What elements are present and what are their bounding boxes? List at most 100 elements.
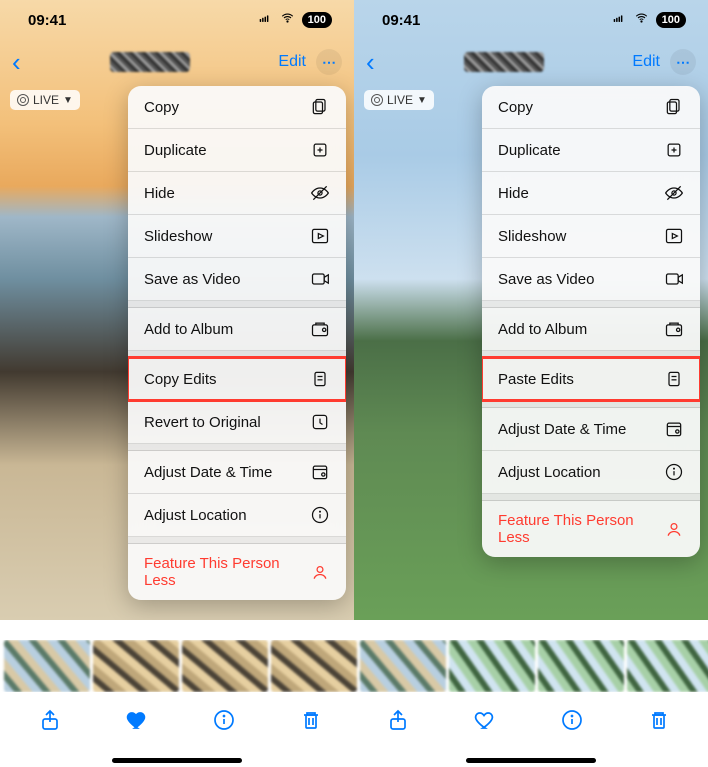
menu-save-video[interactable]: Save as Video xyxy=(128,258,346,301)
menu-label: Hide xyxy=(144,185,175,202)
more-button[interactable]: ⋯ xyxy=(670,49,696,75)
menu-label: Copy xyxy=(498,99,533,116)
live-icon xyxy=(17,94,29,106)
menu-label: Duplicate xyxy=(144,142,207,159)
share-button[interactable] xyxy=(383,705,413,735)
back-button[interactable]: ‹ xyxy=(12,49,21,75)
menu-label: Adjust Location xyxy=(144,507,247,524)
favorite-button[interactable] xyxy=(122,705,152,735)
copy-icon xyxy=(664,97,684,117)
album-icon xyxy=(664,319,684,339)
nav-title-redacted xyxy=(464,52,544,72)
thumbnail[interactable] xyxy=(271,640,357,692)
right-screenshot: 09:41 100 ‹ Edit ⋯ LIVE ▼ Copy xyxy=(354,0,708,620)
info-button[interactable] xyxy=(557,705,587,735)
menu-label: Adjust Date & Time xyxy=(144,464,272,481)
thumbnail[interactable] xyxy=(538,640,624,692)
share-button[interactable] xyxy=(35,705,65,735)
wifi-icon xyxy=(633,11,650,29)
revert-icon xyxy=(310,412,330,432)
hide-icon xyxy=(310,183,330,203)
menu-label: Save as Video xyxy=(144,271,240,288)
menu-slideshow[interactable]: Slideshow xyxy=(128,215,346,258)
nav-title-redacted xyxy=(110,52,190,72)
battery-indicator: 100 xyxy=(302,12,332,28)
menu-label: Adjust Location xyxy=(498,464,601,481)
info-button[interactable] xyxy=(209,705,239,735)
menu-label: Add to Album xyxy=(498,321,587,338)
edit-button[interactable]: Edit xyxy=(632,53,660,71)
menu-label: Duplicate xyxy=(498,142,561,159)
menu-separator xyxy=(128,301,346,308)
menu-adjust-location[interactable]: Adjust Location xyxy=(482,451,700,494)
slideshow-icon xyxy=(664,226,684,246)
menu-separator xyxy=(482,351,700,358)
menu-separator xyxy=(128,351,346,358)
delete-button[interactable] xyxy=(644,705,674,735)
menu-label: Copy xyxy=(144,99,179,116)
menu-copy-edits[interactable]: Copy Edits xyxy=(128,358,346,401)
thumbnail[interactable] xyxy=(360,640,446,692)
favorite-button[interactable] xyxy=(470,705,500,735)
menu-paste-edits[interactable]: Paste Edits xyxy=(482,358,700,401)
menu-separator xyxy=(128,537,346,544)
status-time: 09:41 xyxy=(28,12,66,29)
album-icon xyxy=(310,319,330,339)
menu-adjust-datetime[interactable]: Adjust Date & Time xyxy=(128,451,346,494)
context-menu: Copy Duplicate Hide Slideshow Save as Vi… xyxy=(482,86,700,557)
menu-revert[interactable]: Revert to Original xyxy=(128,401,346,444)
menu-adjust-location[interactable]: Adjust Location xyxy=(128,494,346,537)
thumbnail-strip[interactable] xyxy=(0,640,708,692)
menu-hide[interactable]: Hide xyxy=(128,172,346,215)
live-photo-badge[interactable]: LIVE ▼ xyxy=(364,90,434,110)
info-icon xyxy=(310,505,330,525)
menu-label: Save as Video xyxy=(498,271,594,288)
menu-label: Feature This Person Less xyxy=(498,512,664,546)
menu-add-album[interactable]: Add to Album xyxy=(128,308,346,351)
status-bar: 09:41 100 xyxy=(354,0,708,40)
duplicate-icon xyxy=(664,140,684,160)
menu-adjust-datetime[interactable]: Adjust Date & Time xyxy=(482,408,700,451)
calendar-icon xyxy=(310,462,330,482)
slideshow-icon xyxy=(310,226,330,246)
thumbnail[interactable] xyxy=(93,640,179,692)
live-icon xyxy=(371,94,383,106)
thumbnail[interactable] xyxy=(4,640,90,692)
menu-separator xyxy=(482,494,700,501)
action-bar xyxy=(0,698,708,742)
live-label: LIVE xyxy=(387,93,413,107)
menu-copy[interactable]: Copy xyxy=(128,86,346,129)
menu-save-video[interactable]: Save as Video xyxy=(482,258,700,301)
menu-add-album[interactable]: Add to Album xyxy=(482,308,700,351)
menu-feature-less[interactable]: Feature This Person Less xyxy=(128,544,346,600)
chevron-down-icon: ▼ xyxy=(417,95,427,106)
more-button[interactable]: ⋯ xyxy=(316,49,342,75)
wifi-icon xyxy=(279,11,296,29)
info-icon xyxy=(664,462,684,482)
menu-label: Feature This Person Less xyxy=(144,555,310,589)
menu-separator xyxy=(128,444,346,451)
menu-label: Copy Edits xyxy=(144,371,217,388)
menu-label: Revert to Original xyxy=(144,414,261,431)
edit-button[interactable]: Edit xyxy=(278,53,306,71)
menu-separator xyxy=(482,401,700,408)
duplicate-icon xyxy=(310,140,330,160)
menu-duplicate[interactable]: Duplicate xyxy=(128,129,346,172)
delete-button[interactable] xyxy=(296,705,326,735)
menu-copy[interactable]: Copy xyxy=(482,86,700,129)
thumbnail[interactable] xyxy=(627,640,708,692)
menu-hide[interactable]: Hide xyxy=(482,172,700,215)
menu-slideshow[interactable]: Slideshow xyxy=(482,215,700,258)
thumbnail[interactable] xyxy=(182,640,268,692)
copy-edits-icon xyxy=(310,369,330,389)
menu-feature-less[interactable]: Feature This Person Less xyxy=(482,501,700,557)
menu-label: Slideshow xyxy=(498,228,566,245)
live-photo-badge[interactable]: LIVE ▼ xyxy=(10,90,80,110)
back-button[interactable]: ‹ xyxy=(366,49,375,75)
chevron-down-icon: ▼ xyxy=(63,95,73,106)
copy-icon xyxy=(310,97,330,117)
menu-duplicate[interactable]: Duplicate xyxy=(482,129,700,172)
thumbnail[interactable] xyxy=(449,640,535,692)
nav-bar: ‹ Edit ⋯ xyxy=(354,40,708,84)
paste-edits-icon xyxy=(664,369,684,389)
